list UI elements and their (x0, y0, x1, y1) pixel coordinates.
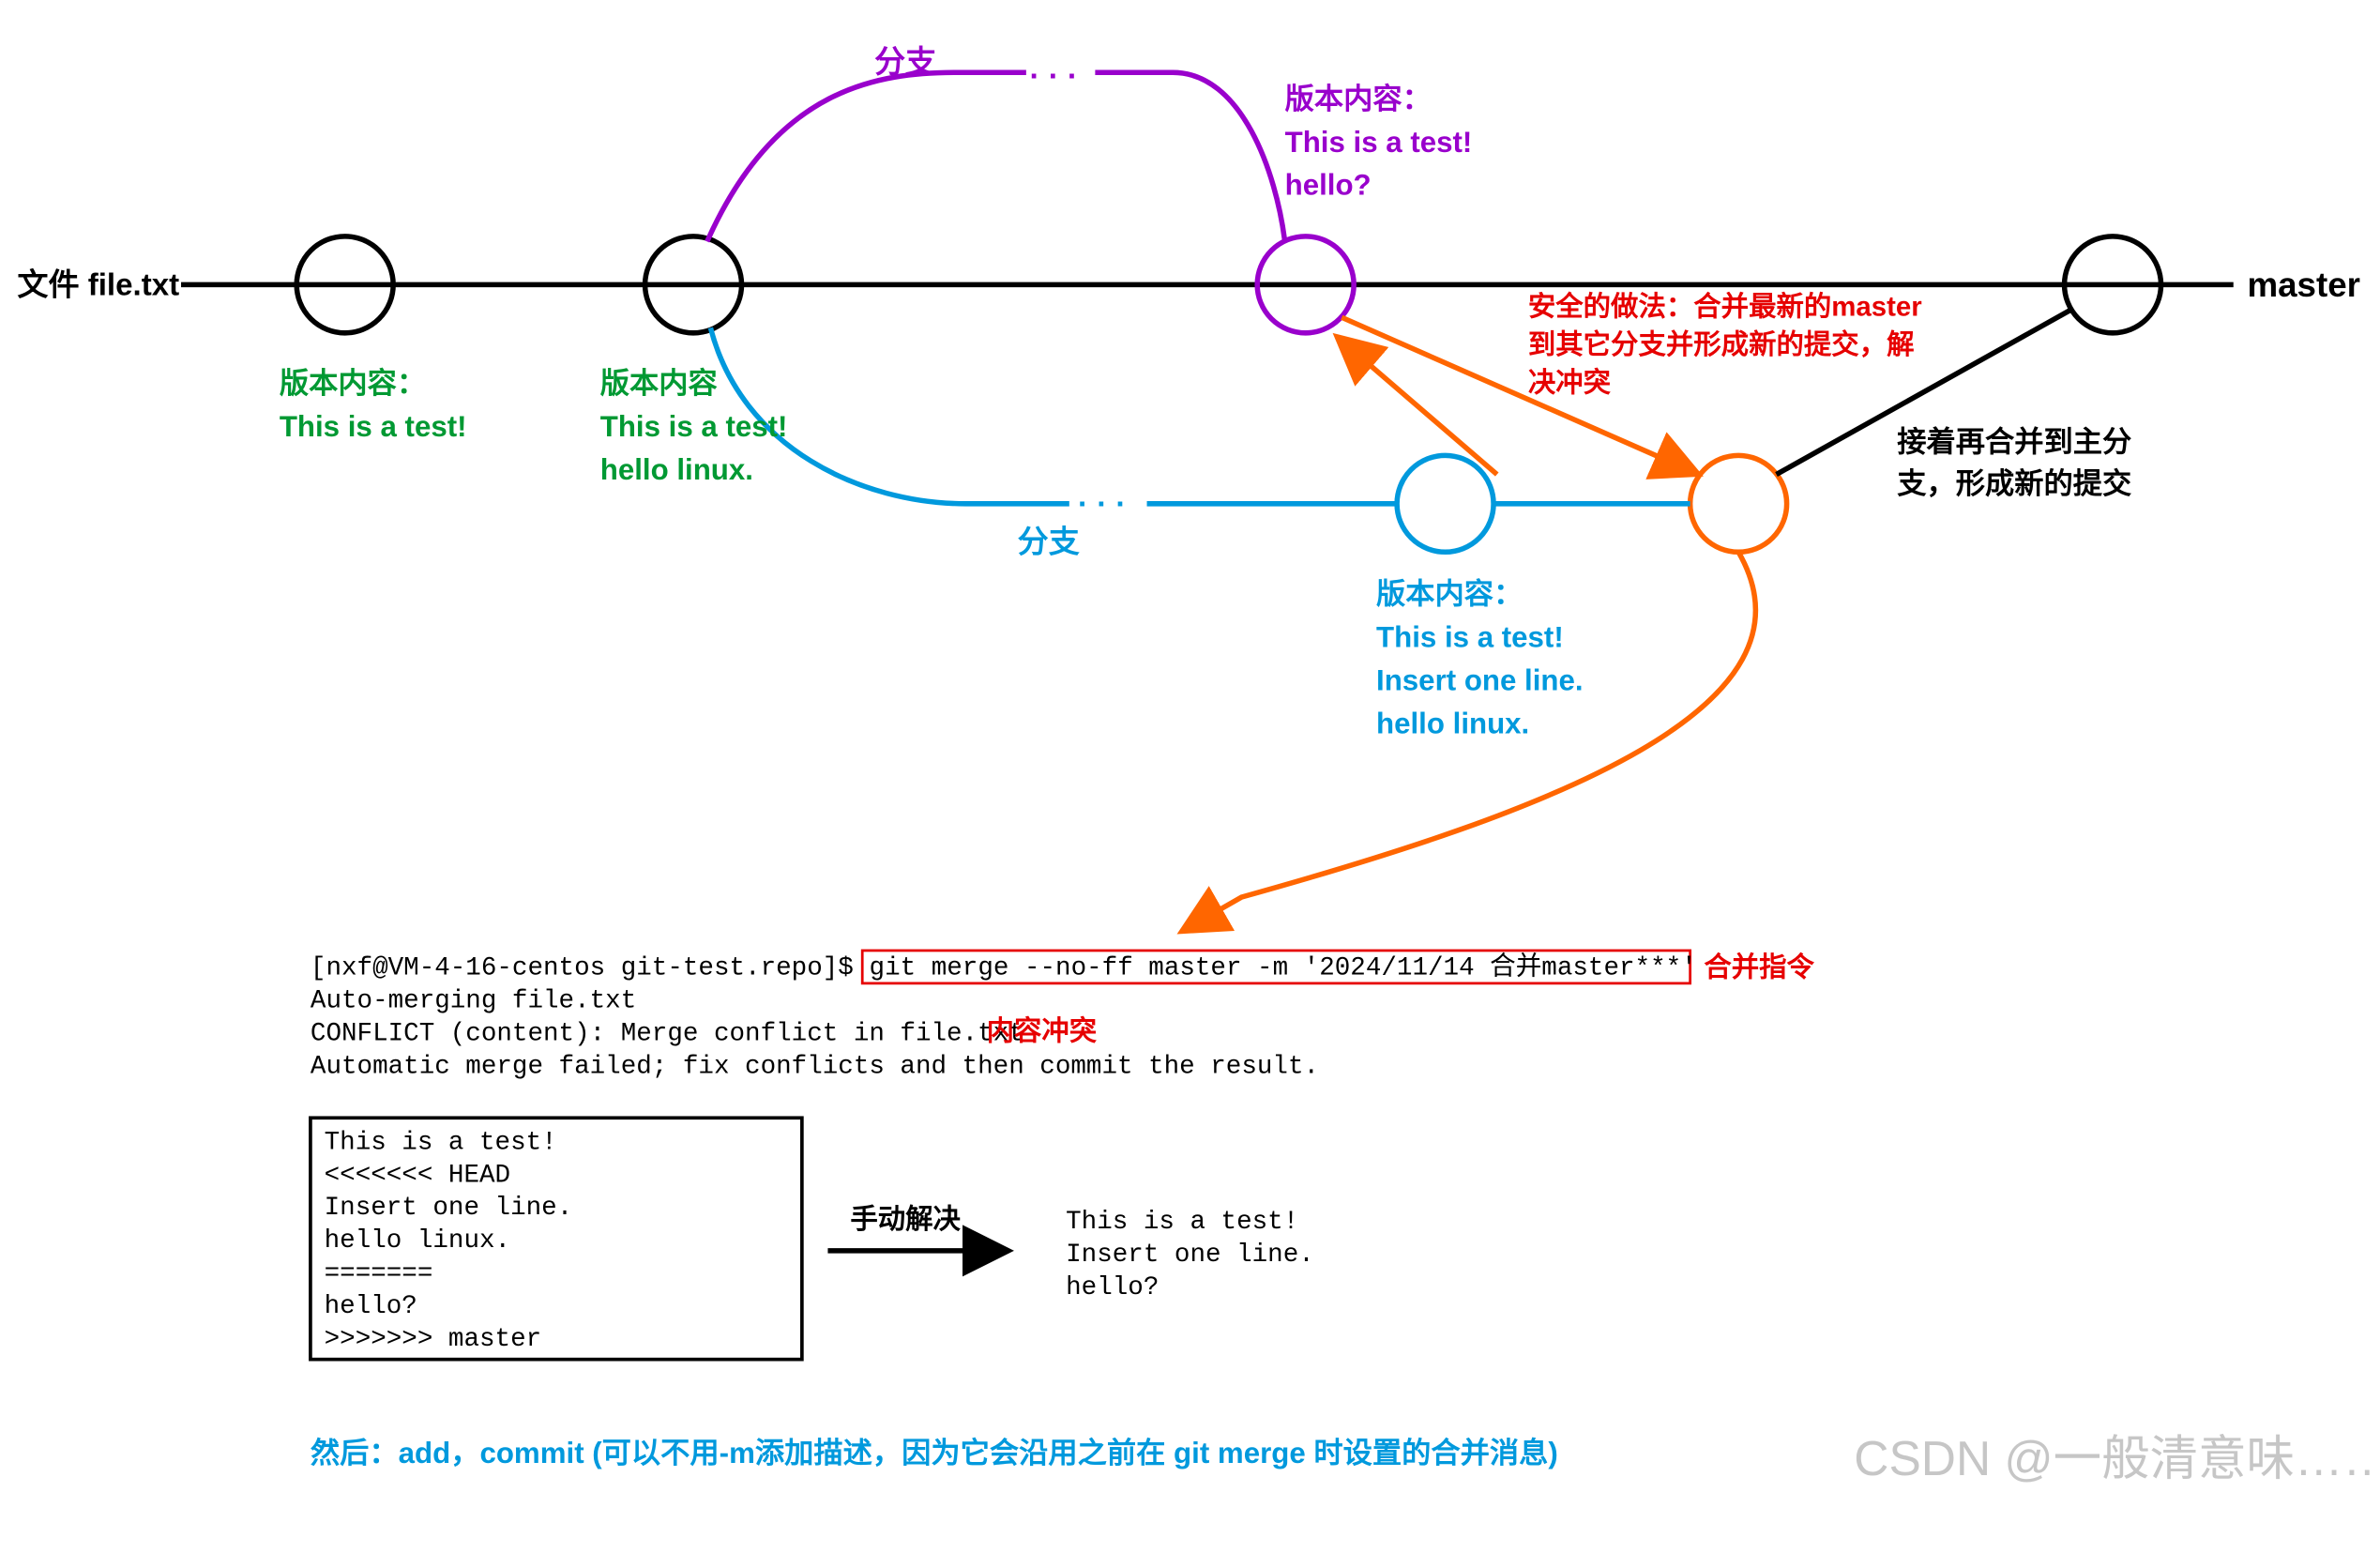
c4-l2: Insert one line. (1376, 663, 1584, 696)
safe-note-3: 决冲突 (1528, 366, 1612, 398)
cf-l2: <<<<<<< HEAD (325, 1161, 510, 1190)
term-out3: Automatic merge failed; fix conflicts an… (311, 1052, 1319, 1081)
cf-l4: hello linux. (325, 1226, 510, 1256)
c3-l2: hello? (1285, 169, 1372, 202)
res-l2: Insert one line. (1066, 1241, 1314, 1270)
cf-l1: This is a test! (325, 1128, 557, 1157)
c2-l1: This is a test! (600, 410, 788, 443)
then-note-1: 接着再合并到主分 (1897, 426, 2131, 459)
term-out1: Auto-merging file.txt (311, 987, 636, 1016)
then-note-2: 支，形成新的提交 (1897, 466, 2131, 500)
c4-l1: This is a test! (1376, 620, 1564, 653)
c3-title: 版本内容： (1285, 83, 1432, 115)
branch-top-path2 (1095, 72, 1284, 241)
c1-l1: This is a test! (280, 410, 467, 443)
ellipsis-bot: · · · (1078, 487, 1126, 522)
term-line1: [nxf@VM-4-16-centos git-test.repo]$ (311, 954, 854, 983)
watermark: CSDN @一般清意味…… (1854, 1431, 2380, 1485)
diagram-svg: · · · 分支 · · · 分支 文件 file.txt master 版本内… (0, 0, 2380, 1553)
manual-fix-label: 手动解决 (850, 1204, 961, 1235)
term-out2: CONFLICT (content): Merge conflict in fi… (311, 1020, 1024, 1049)
merge-label: 合并指令 (1704, 952, 1814, 983)
c1-title: 版本内容： (280, 367, 426, 400)
term-cmd: git merge --no-ff master -m '2024/11/14 … (870, 952, 1697, 983)
arrow-merge-up (1337, 336, 1497, 474)
c2-title: 版本内容 (600, 367, 718, 400)
footer-text: 然后：add，commit (可以不用-m添加描述，因为它会沿用之前在 git … (311, 1436, 1558, 1469)
file-label: 文件 file.txt (17, 267, 179, 302)
cf-l6: hello? (325, 1292, 417, 1321)
branch-top-label: 分支 (874, 45, 937, 80)
conflict-label: 内容冲突 (987, 1015, 1098, 1047)
cf-l7: >>>>>>> master (325, 1325, 542, 1354)
res-l3: hello? (1066, 1273, 1159, 1302)
master-label: master (2247, 266, 2360, 304)
c3-l1: This is a test! (1285, 126, 1473, 159)
safe-note-1: 安全的做法：合并最新的master (1528, 290, 1922, 322)
res-l1: This is a test! (1066, 1208, 1298, 1237)
branch-bottom-label: 分支 (1018, 525, 1081, 559)
commit-merge (1690, 455, 1787, 552)
c4-l3: hello linux. (1376, 707, 1529, 739)
c4-title: 版本内容： (1376, 577, 1523, 610)
branch-top-path (707, 72, 1026, 241)
ellipsis-top: · · · (1030, 59, 1078, 94)
c2-l2: hello linux. (600, 453, 753, 486)
cf-l5: ======= (325, 1259, 433, 1288)
safe-note-2: 到其它分支并形成新的提交，解 (1528, 328, 1915, 360)
cf-l3: Insert one line. (325, 1194, 573, 1223)
commit-bottom (1397, 455, 1493, 552)
